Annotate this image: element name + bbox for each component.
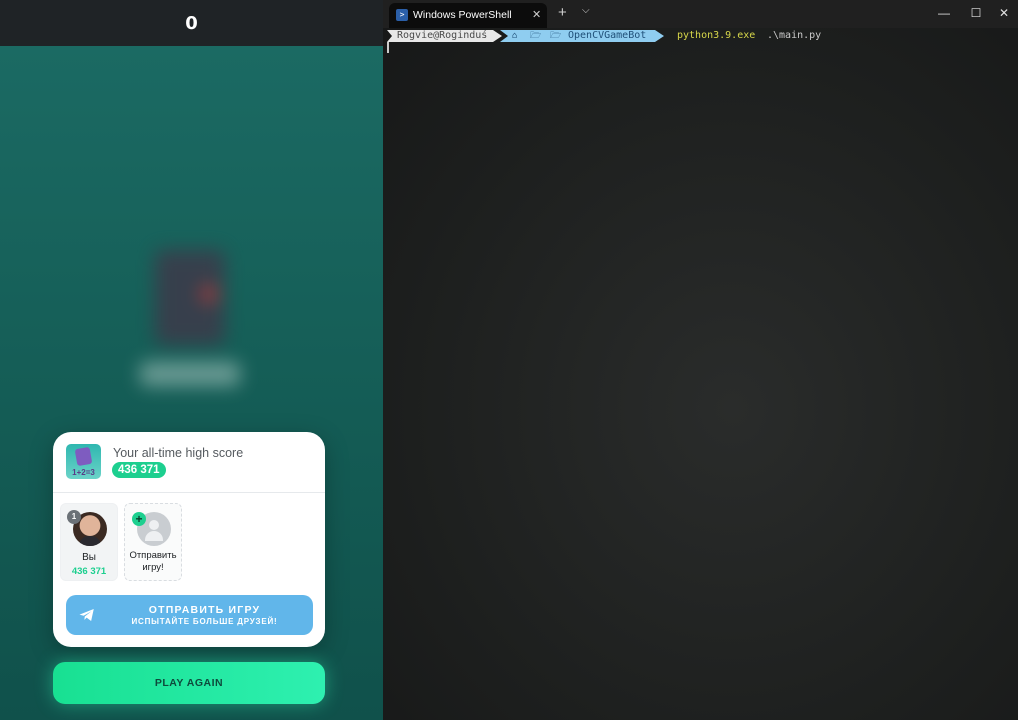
terminal-background [383, 28, 1018, 720]
folder-icon: 🗁 [530, 31, 542, 41]
command-name: python3.9.exe [677, 30, 756, 41]
invite-label-line1: Отправить [129, 550, 177, 561]
send-game-title: ОТПРАВИТЬ ИГРУ [148, 604, 261, 616]
high-score-row: 1+2=3 Your all-time high score 436 371 [53, 432, 325, 492]
high-score-value: 436 371 [112, 462, 166, 478]
prompt-directory: OpenCVGameBot [568, 30, 647, 41]
tab-powershell[interactable]: > Windows PowerShell ✕ [389, 3, 547, 28]
command-argument: .\main.py [767, 30, 822, 41]
send-game-button[interactable]: ОТПРАВИТЬ ИГРУ ИСПЫТАЙТЕ БОЛЬШЕ ДРУЗЕЙ! [66, 595, 313, 635]
game-icon: 1+2=3 [66, 444, 101, 479]
player-score: 436 371 [71, 566, 107, 577]
results-card: 1+2=3 Your all-time high score 436 371 1… [53, 432, 325, 647]
prompt-path-segment: ⌂ 🗁 🗁 OpenCVGameBot [500, 30, 664, 42]
home-icon: ⌂ [512, 31, 518, 41]
powershell-icon: > [396, 9, 408, 21]
game-window: 0 1+2=3 Your all-time high score 436 371… [0, 0, 383, 720]
new-tab-button[interactable]: + [558, 4, 567, 21]
current-score: 0 [185, 13, 198, 34]
tab-title: Windows PowerShell [413, 9, 512, 21]
chevron-down-icon[interactable]: ⌵ [582, 5, 590, 16]
send-game-subtitle: ИСПЫТАЙТЕ БОЛЬШЕ ДРУЗЕЙ! [131, 617, 278, 626]
blurred-game-board [140, 250, 240, 390]
game-top-bar: 0 [0, 0, 383, 46]
leaderboard-entry-me[interactable]: 1 Вы 436 371 [60, 503, 118, 581]
game-icon-label: 1+2=3 [72, 468, 95, 477]
play-again-button[interactable]: PLAY AGAIN [53, 662, 325, 704]
minimize-button[interactable]: — [926, 0, 962, 28]
text-cursor [387, 42, 389, 53]
add-icon: + [132, 512, 146, 526]
invite-label: Отправить игру! [125, 550, 181, 574]
player-name: Вы [82, 552, 96, 563]
close-tab-icon[interactable]: ✕ [532, 8, 541, 21]
play-again-label: PLAY AGAIN [154, 677, 224, 689]
prompt-user-segment: Rogvie@Roginduś [387, 30, 502, 42]
invite-label-line2: игру! [142, 562, 164, 573]
terminal-window: > Windows PowerShell ✕ + ⌵ — ☐ ✕ Rogvie@… [383, 0, 1018, 720]
close-window-button[interactable]: ✕ [986, 0, 1018, 28]
folder-icon: 🗁 [550, 31, 562, 41]
rank-badge: 1 [67, 510, 81, 524]
title-bar: > Windows PowerShell ✕ + ⌵ — ☐ ✕ [383, 0, 1018, 28]
invite-friend-tile[interactable]: + Отправить игру! [124, 503, 182, 581]
high-score-label: Your all-time high score [113, 446, 244, 460]
telegram-icon [79, 609, 94, 621]
divider [53, 492, 325, 493]
